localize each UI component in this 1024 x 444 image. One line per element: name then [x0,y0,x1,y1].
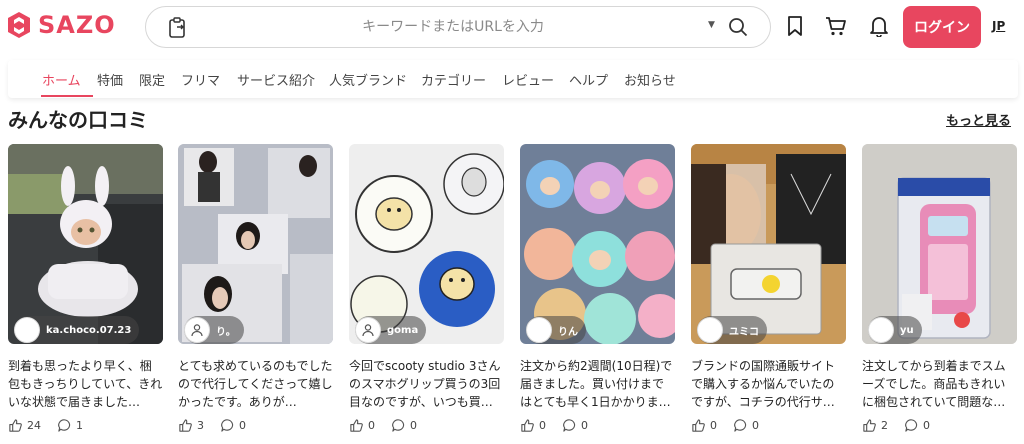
thumbs-up-icon[interactable] [349,418,364,433]
comment-icon[interactable] [391,418,406,433]
avatar [355,317,381,343]
avatar [868,317,894,343]
nav-item-news[interactable]: お知らせ [624,70,676,89]
review-stats: 24 1 [8,417,83,433]
main-nav: ホーム 特価 限定 フリマ サービス紹介 人気ブランド カテゴリー レビュー ヘ… [8,60,1018,98]
review-photo-phone-grips[interactable] [349,144,504,344]
like-count: 24 [27,418,41,432]
thumbs-up-icon[interactable] [520,418,535,433]
nav-item-help[interactable]: ヘルプ [569,70,608,89]
review-stats: 2 0 [862,417,930,433]
reviewer-badge: り。 [184,316,244,344]
nav-active-indicator [41,95,93,97]
review-photo-plushies[interactable] [520,144,675,344]
avatar [526,317,552,343]
comment-count: 0 [581,418,588,432]
nav-item-services[interactable]: サービス紹介 [237,70,315,89]
review-stats: 0 0 [691,417,759,433]
nav-item-popular-brands[interactable]: 人気ブランド [329,70,407,89]
review-card[interactable]: goma 今回でscooty studio 3さんのスマホグリップ買うの3回目な… [349,144,504,440]
reviewer-name: り。 [216,326,236,338]
cart-icon[interactable] [825,15,847,37]
sazo-logo-icon [8,12,30,38]
section-title: みんなの口コミ [8,108,148,132]
review-photo-label-printer[interactable] [862,144,1017,344]
comment-icon[interactable] [57,418,72,433]
see-more-link[interactable]: もっと見る [946,110,1011,129]
reviewer-badge: りん [526,316,586,344]
review-stats: 0 0 [520,417,588,433]
review-text: 今回でscooty studio 3さんのスマホグリップ買うの3回目なのですが、… [349,359,501,409]
reviewer-badge: yu [868,316,922,344]
thumbs-up-icon[interactable] [178,418,193,433]
header: SAZO ▼ ログイン JP [0,0,1024,56]
login-button[interactable]: ログイン [903,6,981,48]
reviewer-name: ka.choco.07.23 [46,324,132,336]
user-icon [362,324,374,337]
review-stats: 0 0 [349,417,417,433]
brand-name: SAZO [38,11,116,39]
comment-count: 0 [410,418,417,432]
nav-item-home[interactable]: ホーム [42,70,81,89]
like-count: 0 [539,418,546,432]
thumbs-up-icon[interactable] [8,418,23,433]
logo[interactable]: SAZO [6,10,116,40]
reviewer-name: ユミコ [729,326,759,338]
thumbs-up-icon[interactable] [691,418,706,433]
reviewer-name: goma [387,324,419,336]
chevron-down-icon[interactable]: ▼ [708,20,720,32]
comment-icon[interactable] [562,418,577,433]
search-icon[interactable] [728,17,748,37]
reviewer-badge: goma [355,316,427,344]
avatar [184,317,210,343]
review-card[interactable]: り。 とても求めているのもでしたので代行してくださって嬉しかったです。ありが… … [178,144,333,440]
like-count: 3 [197,418,204,432]
comment-count: 0 [239,418,246,432]
like-count: 0 [710,418,717,432]
reviewer-badge: ka.choco.07.23 [14,316,140,344]
comment-icon[interactable] [904,418,919,433]
review-text: ブランドの国際通販サイトで購入するか悩んでいたのですが、コチラの代行サ… [691,359,836,409]
nav-item-reviews[interactable]: レビュー [502,70,554,89]
review-photo-plush-doll[interactable] [8,144,163,344]
user-icon [191,324,203,337]
comment-icon[interactable] [220,418,235,433]
review-text: 到着も思ったより早く、梱包もきっちりしていて、きれいな状態で届きました… [8,359,163,409]
review-photo-photocards[interactable] [178,144,333,344]
bell-icon[interactable] [868,15,890,37]
paste-url-icon[interactable] [168,17,188,39]
bookmark-icon[interactable] [784,15,806,37]
comment-icon[interactable] [733,418,748,433]
reviewer-badge: ユミコ [697,316,767,344]
reviewer-name: yu [900,324,914,336]
review-stats: 3 0 [178,417,246,433]
avatar [697,317,723,343]
language-switch[interactable]: JP [992,19,1005,33]
nav-item-categories[interactable]: カテゴリー [421,70,486,89]
search-bar[interactable]: ▼ [145,6,771,48]
search-input[interactable] [206,15,700,39]
comment-count: 1 [76,418,83,432]
review-text: 注文してから到着までスムーズでした。商品もきれいに梱包されていて問題な… [862,359,1006,409]
thumbs-up-icon[interactable] [862,418,877,433]
review-card[interactable]: ka.choco.07.23 到着も思ったより早く、梱包もきっちりしていて、きれ… [8,144,163,440]
comment-count: 0 [752,418,759,432]
nav-item-limited[interactable]: 限定 [139,70,165,89]
review-photo-necklace[interactable] [691,144,846,344]
avatar [14,317,40,343]
nav-item-sale[interactable]: 特価 [97,70,123,89]
comment-count: 0 [923,418,930,432]
review-text: 注文から約2週間(10日程)で届きました。買い付けまではとても早く1日かかりま… [520,359,673,409]
review-card[interactable]: yu 注文してから到着までスムーズでした。商品もきれいに梱包されていて問題な… … [862,144,1017,440]
like-count: 2 [881,418,888,432]
nav-item-flea-market[interactable]: フリマ [181,70,220,89]
like-count: 0 [368,418,375,432]
review-card[interactable]: ユミコ ブランドの国際通販サイトで購入するか悩んでいたのですが、コチラの代行サ…… [691,144,846,440]
review-text: とても求めているのもでしたので代行してくださって嬉しかったです。ありが… [178,359,333,409]
review-card[interactable]: りん 注文から約2週間(10日程)で届きました。買い付けまではとても早く1日かか… [520,144,675,440]
reviewer-name: りん [558,326,578,338]
